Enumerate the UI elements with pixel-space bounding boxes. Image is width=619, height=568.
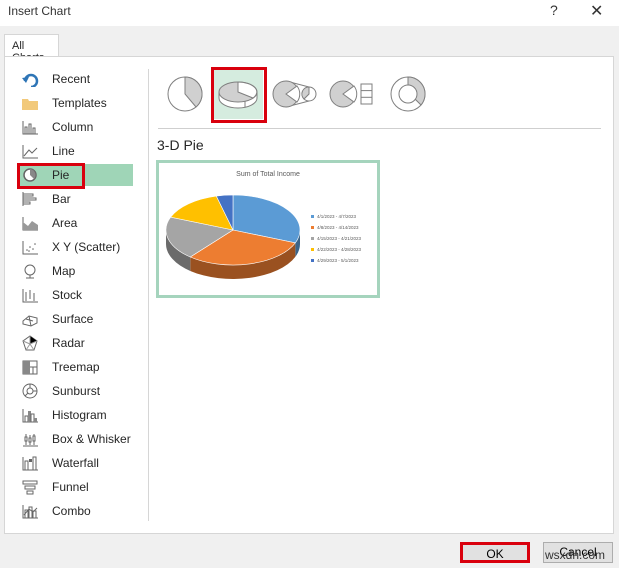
sidebar-item-combo[interactable]: Combo: [17, 500, 133, 522]
sidebar-item-label: Templates: [52, 96, 107, 110]
close-button[interactable]: ✕: [590, 1, 603, 21]
sidebar-item-area[interactable]: Area: [17, 212, 133, 234]
treemap-chart-icon: [21, 359, 39, 375]
sidebar-item-label: Line: [52, 144, 75, 158]
stock-chart-icon: [21, 287, 39, 303]
pie-of-pie-subtype-icon: [271, 75, 319, 113]
sidebar-item-waterfall[interactable]: Waterfall: [17, 452, 133, 474]
sidebar-item-label: Surface: [52, 312, 93, 326]
doughnut-subtype-icon: [389, 75, 427, 113]
sidebar-item-label: Radar: [52, 336, 85, 350]
subtype-pie[interactable]: [160, 69, 210, 119]
sidebar-item-surface[interactable]: Surface: [17, 308, 133, 330]
legend-swatch: [311, 226, 314, 229]
pie-chart: [163, 185, 313, 295]
legend-entry: 4/1/2023 - 4/7/2023: [311, 211, 361, 222]
sidebar-item-label: Recent: [52, 72, 90, 86]
sidebar-item-funnel[interactable]: Funnel: [17, 476, 133, 498]
legend-label: 4/29/2023 - 5/1/2023: [317, 258, 359, 263]
chart-title: Sum of Total Income: [159, 171, 377, 178]
tab-all-charts[interactable]: All Charts: [4, 34, 59, 57]
funnel-chart-icon: [21, 479, 39, 495]
chart-panel: RecentTemplatesColumnLinePieBarAreaX Y (…: [4, 56, 614, 534]
sidebar-item-label: Sunburst: [52, 384, 100, 398]
legend-swatch: [311, 237, 314, 240]
legend-swatch: [311, 215, 314, 218]
column-chart-icon: [21, 119, 39, 135]
combo-chart-icon: [21, 503, 39, 519]
legend-label: 4/22/2023 - 4/28/2023: [317, 247, 361, 252]
sidebar-item-recent[interactable]: Recent: [17, 68, 133, 90]
sidebar-item-map[interactable]: Map: [17, 260, 133, 282]
subtype-pie-of-pie[interactable]: [270, 69, 320, 119]
subtype-highlight-box: [211, 67, 267, 123]
histogram-chart-icon: [21, 407, 39, 423]
bar-of-pie-subtype-icon: [328, 75, 376, 113]
sidebar-item-column[interactable]: Column: [17, 116, 133, 138]
chart-preview[interactable]: Sum of Total Income 4/1/2023 - 4/7/20234…: [156, 160, 380, 298]
sidebar-item-x-y-scatter[interactable]: X Y (Scatter): [17, 236, 133, 258]
legend-label: 4/8/2023 - 4/14/2023: [317, 225, 359, 230]
line-chart-icon: [21, 143, 39, 159]
box-whisker-chart-icon: [21, 431, 39, 447]
legend-swatch: [311, 248, 314, 251]
watermark: wsxdn.com: [545, 548, 605, 562]
map-chart-icon: [21, 263, 39, 279]
sidebar-item-label: Stock: [52, 288, 82, 302]
sidebar-item-line[interactable]: Line: [17, 140, 133, 162]
sidebar-item-sunburst[interactable]: Sunburst: [17, 380, 133, 402]
help-button[interactable]: ?: [550, 2, 558, 18]
sidebar-item-label: Treemap: [52, 360, 100, 374]
area-chart-icon: [21, 215, 39, 231]
sidebar-item-box-whisker[interactable]: Box & Whisker: [17, 428, 133, 450]
sidebar-item-label: Box & Whisker: [52, 432, 131, 446]
subtype-divider: [158, 128, 601, 129]
legend-label: 4/15/2023 - 4/21/2023: [317, 236, 361, 241]
sunburst-chart-icon: [21, 383, 39, 399]
pie-highlight-box: [17, 163, 85, 189]
sidebar-item-label: Combo: [52, 504, 91, 518]
sidebar-item-label: Area: [52, 216, 77, 230]
sidebar-item-label: Waterfall: [52, 456, 99, 470]
sidebar-item-label: Map: [52, 264, 75, 278]
subtype-bar-of-pie[interactable]: [327, 69, 377, 119]
legend-entry: 4/8/2023 - 4/14/2023: [311, 222, 361, 233]
subtype-title: 3-D Pie: [157, 137, 204, 153]
ok-button[interactable]: OK: [460, 542, 530, 563]
sidebar-item-treemap[interactable]: Treemap: [17, 356, 133, 378]
sidebar-item-label: Funnel: [52, 480, 89, 494]
title-bar: Insert Chart ? ✕: [0, 0, 619, 26]
legend-entry: 4/22/2023 - 4/28/2023: [311, 244, 361, 255]
legend-swatch: [311, 259, 314, 262]
sidebar-item-templates[interactable]: Templates: [17, 92, 133, 114]
legend-entry: 4/15/2023 - 4/21/2023: [311, 233, 361, 244]
legend-label: 4/1/2023 - 4/7/2023: [317, 214, 356, 219]
sidebar-item-label: X Y (Scatter): [52, 240, 120, 254]
sidebar-item-label: Column: [52, 120, 93, 134]
sidebar-item-histogram[interactable]: Histogram: [17, 404, 133, 426]
pie-subtype-icon: [166, 75, 204, 113]
subtype-doughnut[interactable]: [383, 69, 433, 119]
sidebar-item-label: Histogram: [52, 408, 107, 422]
recent-icon: [21, 71, 39, 87]
scatter-chart-icon: [21, 239, 39, 255]
dialog-title: Insert Chart: [8, 4, 71, 18]
legend-entry: 4/29/2023 - 5/1/2023: [311, 255, 361, 266]
sidebar-item-bar[interactable]: Bar: [17, 188, 133, 210]
bar-chart-icon: [21, 191, 39, 207]
waterfall-chart-icon: [21, 455, 39, 471]
chart-legend: 4/1/2023 - 4/7/2023 4/8/2023 - 4/14/2023 4…: [311, 211, 361, 266]
folder-icon: [21, 95, 39, 111]
sidebar-divider: [148, 69, 149, 521]
sidebar-item-label: Bar: [52, 192, 71, 206]
sidebar-item-radar[interactable]: Radar: [17, 332, 133, 354]
radar-chart-icon: [21, 335, 39, 351]
surface-chart-icon: [21, 311, 39, 327]
sidebar-item-stock[interactable]: Stock: [17, 284, 133, 306]
